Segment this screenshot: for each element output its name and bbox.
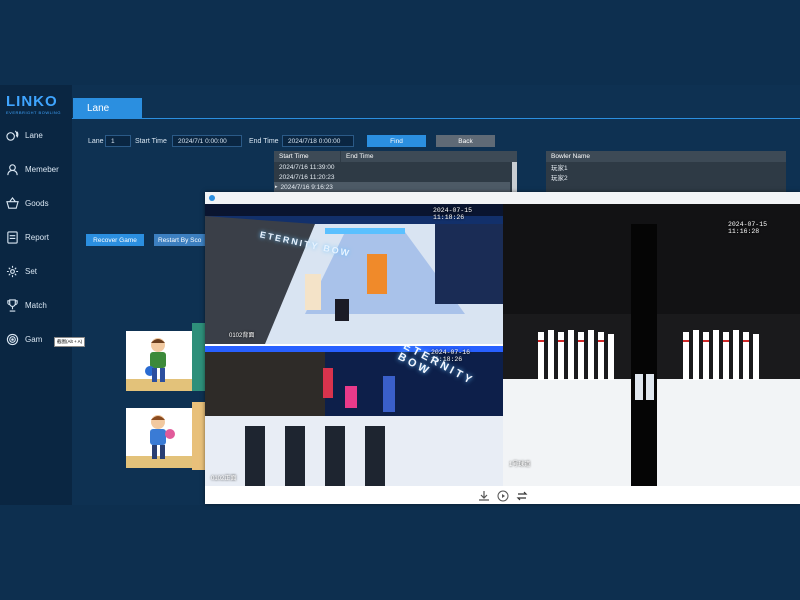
column-header-bowler-name: Bowler Name <box>546 151 786 162</box>
camera-name: 0102背面 <box>229 333 255 339</box>
end-time-input[interactable]: 2024/7/18 0:00:00 <box>282 135 354 147</box>
camera-view-3[interactable]: 0102正面 2024-07-16 11:18:26 ETERNITY BOW <box>205 346 503 486</box>
video-window-titlebar[interactable] <box>205 192 800 204</box>
sidebar-item-label: Report <box>25 232 50 242</box>
sidebar: LINKO EVERBRIGHT BOWLING Lane Memeber Go… <box>0 85 72 505</box>
document-icon <box>7 230 18 244</box>
table-row[interactable]: 玩家1 <box>546 162 786 172</box>
sidebar-item-label: Set <box>25 266 38 276</box>
target-icon <box>6 333 19 345</box>
trophy-icon <box>7 298 18 312</box>
sidebar-item-goods[interactable]: Goods <box>6 193 70 213</box>
player-avatar[interactable] <box>126 331 192 391</box>
start-time-label: Start Time <box>135 138 167 145</box>
bowler-figure-icon <box>150 415 175 459</box>
camera-view-2[interactable]: 2024-07-15 11:16:28 1号球道 <box>503 204 800 486</box>
table-row[interactable]: 2024/7/16 11:20:23 <box>274 172 510 182</box>
sidebar-item-match[interactable]: Match <box>6 295 70 315</box>
table-row[interactable]: 2024/7/16 11:39:00 <box>274 162 510 172</box>
screenshot-tooltip: 截图(Alt + A) <box>54 337 86 347</box>
sidebar-item-set[interactable]: Set <box>6 261 70 281</box>
table-scrollbar[interactable] <box>512 162 517 192</box>
sidebar-item-report[interactable]: Report <box>6 227 70 247</box>
camera-scene <box>205 204 503 344</box>
player-avatar[interactable] <box>126 408 192 468</box>
sidebar-item-label: Lane <box>25 130 43 140</box>
camera-timestamp: 2024-07-15 11:18:26 <box>433 207 473 221</box>
end-time-label: End Time <box>249 138 279 145</box>
camera-timestamp: 2024-07-15 11:16:28 <box>728 221 768 235</box>
sidebar-item-label: Match <box>25 300 47 310</box>
lane-label: Lane <box>88 138 104 145</box>
camera-name: 0102正面 <box>211 476 237 482</box>
column-header-start-time: Start Time <box>274 151 340 162</box>
recover-game-button[interactable]: Recover Game <box>86 234 144 246</box>
tab-underline <box>72 118 800 119</box>
user-icon <box>7 163 18 175</box>
sidebar-item-label: Memeber <box>25 164 59 174</box>
play-icon[interactable] <box>497 490 509 502</box>
games-table: Start Time End Time 2024/7/16 11:39:00 2… <box>274 151 517 192</box>
video-controls-bar <box>205 488 800 504</box>
gear-icon <box>6 265 19 277</box>
avatar-side-panel <box>192 323 205 391</box>
app-icon <box>209 195 215 201</box>
switch-icon[interactable] <box>516 490 528 502</box>
back-button[interactable]: Back <box>436 135 495 147</box>
sidebar-item-memeber[interactable]: Memeber <box>6 159 70 179</box>
bowler-figure-icon <box>145 338 166 382</box>
camera-scene <box>503 204 800 486</box>
cell-bowler-name: 玩家1 <box>551 165 568 172</box>
cell-start-time: 2024/7/16 11:20:23 <box>279 173 335 181</box>
bowler-table: Bowler Name 玩家1 玩家2 <box>546 151 786 192</box>
avatar-side-panel <box>192 402 205 470</box>
download-icon[interactable] <box>478 490 490 502</box>
sidebar-item-label: Goods <box>25 198 49 208</box>
camera-name: 1号球道 <box>509 462 531 468</box>
lane-input[interactable]: 1 <box>105 135 131 147</box>
sidebar-item-lane[interactable]: Lane <box>6 125 70 145</box>
tab-lane[interactable]: Lane <box>73 98 142 118</box>
sidebar-item-label: Gam <box>25 334 43 344</box>
app-logo: LINKO <box>6 93 58 110</box>
video-playback-window: 0102背面 2024-07-15 11:18:26 ETERNITY BOW … <box>205 192 800 504</box>
cell-start-time: 2024/7/16 9:16:23 <box>280 183 333 191</box>
column-header-end-time: End Time <box>341 151 517 162</box>
table-row-selected[interactable]: ▸ 2024/7/16 9:16:23 <box>274 182 510 192</box>
basket-icon <box>6 196 19 209</box>
cell-bowler-name: 玩家2 <box>551 175 568 182</box>
selected-row-marker: ▸ <box>275 184 278 190</box>
bowling-pins-icon <box>6 129 19 141</box>
start-time-input[interactable]: 2024/7/1 0:00:00 <box>172 135 242 147</box>
camera-view-1[interactable]: 0102背面 2024-07-15 11:18:26 ETERNITY BOW <box>205 204 503 344</box>
cell-start-time: 2024/7/16 11:39:00 <box>279 163 335 171</box>
find-button[interactable]: Find <box>367 135 426 147</box>
restart-by-score-button[interactable]: Restart By Sco <box>154 234 212 246</box>
app-logo-subtitle: EVERBRIGHT BOWLING <box>6 110 61 115</box>
table-row[interactable]: 玩家2 <box>546 172 786 182</box>
